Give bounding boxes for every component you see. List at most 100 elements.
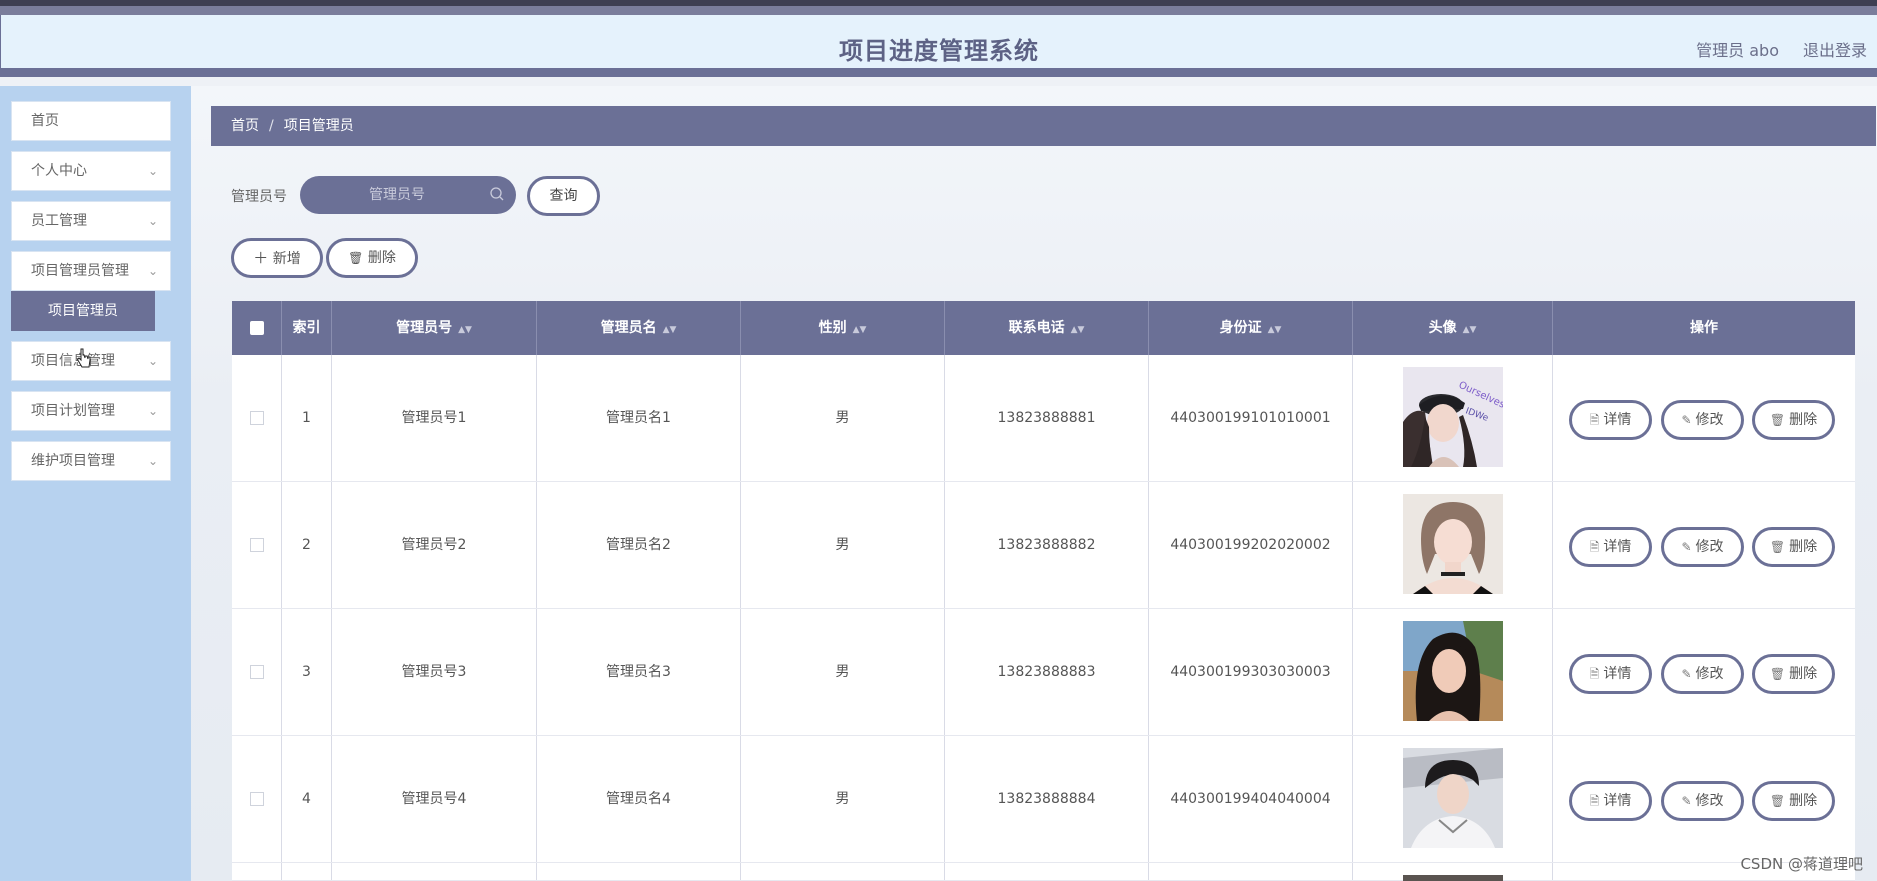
cell-admin-name: 管理员名3 (537, 609, 741, 735)
query-button[interactable]: 查询 (527, 176, 600, 216)
row-checkbox[interactable] (249, 411, 264, 425)
sidebar-item-label: 个人中心 (31, 163, 87, 179)
sort-icon: ▲▼ (1462, 325, 1477, 335)
cell-admin-name: 管理员名1 (537, 355, 741, 481)
edit-button[interactable]: ✎ 修改 (1661, 654, 1744, 694)
detail-button-label: 详情 (1603, 412, 1632, 428)
select-all-cell (232, 301, 282, 355)
avatar-image (1403, 621, 1503, 721)
row-checkbox[interactable] (249, 538, 264, 552)
column-header-id-card[interactable]: 身份证 ▲▼ (1149, 301, 1353, 355)
cell-avatar (1353, 609, 1553, 735)
sidebar-item-label: 员工管理 (31, 213, 87, 229)
trash-icon: 🗑 (1769, 413, 1786, 427)
detail-button[interactable]: 🗎 详情 (1569, 400, 1652, 440)
cell-operations: 🗎 详情 ✎ 修改 🗑 删除 (1553, 355, 1855, 481)
column-header-index: 索引 (282, 301, 332, 355)
row-checkbox[interactable] (249, 792, 264, 806)
sidebar-item-project-plan-management[interactable]: 项目计划管理 ⌄ (11, 391, 171, 431)
detail-button[interactable]: 🗎 详情 (1569, 781, 1652, 821)
cell-avatar (1353, 736, 1553, 862)
cell-gender: 男 (741, 482, 945, 608)
cell-id-card: 440300199303030003 (1149, 609, 1353, 735)
logout-link[interactable]: 退出登录 (1803, 37, 1867, 61)
cell-id-card: 440300199404040004 (1149, 736, 1353, 862)
column-header-avatar[interactable]: 头像 ▲▼ (1353, 301, 1553, 355)
row-checkbox[interactable] (249, 665, 264, 679)
sort-icon: ▲▼ (1070, 325, 1085, 335)
sidebar-item-label: 维护项目管理 (31, 453, 115, 469)
column-header-admin-name[interactable]: 管理员名 ▲▼ (537, 301, 741, 355)
column-header-label: 性别 (818, 320, 847, 336)
cell-gender: 男 (741, 736, 945, 862)
edit-button-label: 修改 (1695, 793, 1724, 809)
cell-avatar (1353, 863, 1553, 881)
trash-icon: 🗑 (1769, 540, 1786, 554)
row-select-cell (232, 609, 282, 735)
sidebar-item-project-admin-management[interactable]: 项目管理员管理 ⌄ (11, 251, 171, 291)
delete-button[interactable]: 🗑 删除 (1752, 654, 1835, 694)
cell-gender: 男 (741, 355, 945, 481)
sort-icon: ▲▼ (1267, 325, 1282, 335)
delete-button-label: 删除 (1789, 666, 1818, 682)
edit-button-label: 修改 (1695, 539, 1724, 555)
delete-button-label: 删除 (1789, 539, 1818, 555)
avatar-image (1403, 748, 1503, 848)
avatar-image (1403, 875, 1503, 881)
cell-phone: 13823888881 (945, 355, 1149, 481)
edit-button-label: 修改 (1695, 412, 1724, 428)
column-header-admin-no[interactable]: 管理员号 ▲▼ (332, 301, 537, 355)
edit-button[interactable]: ✎ 修改 (1661, 527, 1744, 567)
avatar-image (1403, 494, 1503, 594)
column-header-label: 管理员号 (396, 320, 453, 336)
breadcrumb-separator: / (269, 118, 274, 134)
sidebar-subitem-project-admin[interactable]: 项目管理员 (11, 291, 155, 331)
edit-button[interactable]: ✎ 修改 (1661, 781, 1744, 821)
detail-button-label: 详情 (1603, 539, 1632, 555)
delete-button[interactable]: 🗑 删除 (1752, 781, 1835, 821)
header: 项目进度管理系统 管理员 abo 退出登录 (0, 15, 1877, 77)
sort-icon: ▲▼ (852, 325, 867, 335)
row-select-cell (232, 736, 282, 862)
sidebar-item-personal-center[interactable]: 个人中心 ⌄ (11, 151, 171, 191)
detail-button[interactable]: 🗎 详情 (1569, 527, 1652, 567)
add-button-label: 新增 (272, 251, 301, 267)
select-all-checkbox[interactable] (249, 321, 264, 335)
sidebar-item-home[interactable]: 首页 (11, 101, 171, 141)
sidebar-item-maintenance-project-management[interactable]: 维护项目管理 ⌄ (11, 441, 171, 481)
delete-button-label: 删除 (1789, 412, 1818, 428)
breadcrumb-home[interactable]: 首页 (231, 118, 259, 134)
column-header-phone[interactable]: 联系电话 ▲▼ (945, 301, 1149, 355)
trash-icon: 🗑 (348, 251, 364, 265)
batch-delete-button[interactable]: 🗑 删除 (326, 238, 418, 278)
sidebar-item-label: 项目计划管理 (31, 403, 115, 419)
edit-button[interactable]: ✎ 修改 (1661, 400, 1744, 440)
chevron-up-icon: ⌄ (147, 264, 158, 278)
sidebar-item-label: 项目管理员管理 (31, 263, 129, 279)
watermark: CSDN @蒋道理吧 (1740, 855, 1863, 873)
column-header-operations: 操作 (1690, 320, 1718, 336)
cell-avatar: Ourselves IDWe (1353, 355, 1553, 481)
sidebar-item-label: 项目信息管理 (31, 353, 115, 369)
column-header-gender[interactable]: 性别 ▲▼ (741, 301, 945, 355)
sidebar-item-employee-management[interactable]: 员工管理 ⌄ (11, 201, 171, 241)
document-icon: 🗎 (1589, 667, 1600, 681)
chevron-down-icon: ⌄ (147, 164, 158, 178)
add-button[interactable]: ＋ 新增 (231, 238, 323, 278)
top-strip-accent (0, 6, 1877, 15)
delete-button-label: 删除 (367, 250, 396, 266)
cell-operations: 🗎 详情 ✎ 修改 🗑 删除 (1553, 609, 1855, 735)
cell-phone: 13823888883 (945, 609, 1149, 735)
sidebar-item-label: 首页 (31, 113, 59, 129)
column-header-label: 联系电话 (1008, 320, 1065, 336)
cell-admin-no (332, 863, 537, 880)
cell-avatar (1353, 482, 1553, 608)
detail-button[interactable]: 🗎 详情 (1569, 654, 1652, 694)
search-input[interactable] (312, 176, 482, 214)
cell-admin-no: 管理员号3 (332, 609, 537, 735)
detail-button-label: 详情 (1603, 666, 1632, 682)
delete-button[interactable]: 🗑 删除 (1752, 527, 1835, 567)
delete-button-label: 删除 (1789, 793, 1818, 809)
delete-button[interactable]: 🗑 删除 (1752, 400, 1835, 440)
column-header-label: 管理员名 (600, 320, 657, 336)
